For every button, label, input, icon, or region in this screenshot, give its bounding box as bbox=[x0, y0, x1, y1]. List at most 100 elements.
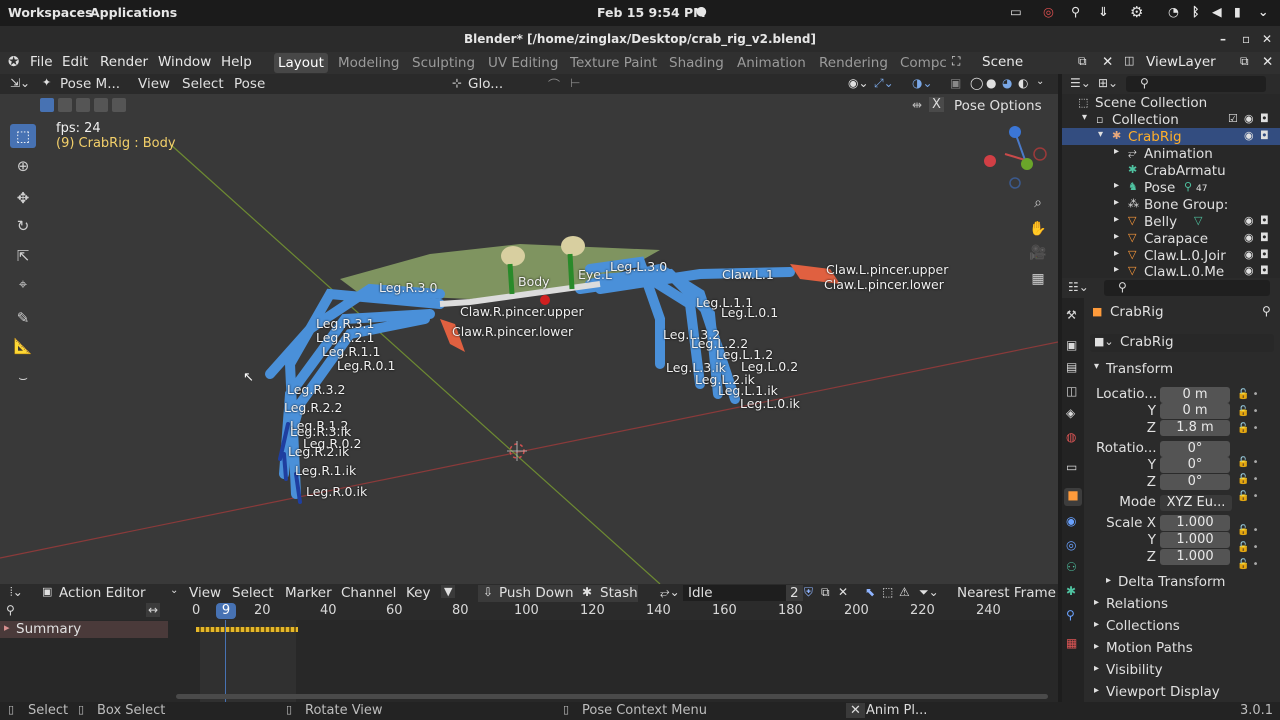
collections-panel[interactable]: Collections bbox=[1106, 618, 1180, 634]
scene-tab-icon[interactable]: ◈ bbox=[1066, 406, 1075, 420]
measure-tool-icon[interactable]: 📐 bbox=[10, 334, 36, 358]
expand-arrow-icon[interactable]: ▸ bbox=[4, 621, 10, 634]
texture-tab-icon[interactable]: ▦ bbox=[1066, 636, 1077, 650]
volume-icon[interactable]: ◀ bbox=[1212, 4, 1222, 19]
rotation-z-field[interactable]: 0° bbox=[1160, 474, 1230, 490]
outliner-row-belly[interactable]: Belly bbox=[1144, 214, 1177, 230]
tray-icon[interactable]: ⚲ bbox=[1071, 4, 1080, 19]
expand-arrow-icon[interactable]: ▸ bbox=[1114, 248, 1119, 259]
only-selected-icon[interactable]: ⬉ bbox=[865, 585, 875, 599]
tab-layout[interactable]: Layout bbox=[274, 53, 328, 73]
visibility-panel[interactable]: Visibility bbox=[1106, 662, 1163, 678]
outliner-row-scene-collection[interactable]: Scene Collection bbox=[1095, 95, 1207, 111]
maximize-icon[interactable]: ▫ bbox=[1242, 26, 1250, 52]
transform-panel-header[interactable]: Transform bbox=[1106, 361, 1173, 377]
expand-arrow-icon[interactable]: ▾ bbox=[1098, 129, 1103, 140]
show-hidden-icon[interactable]: ⬚ bbox=[882, 585, 893, 599]
object-name-field[interactable] bbox=[1090, 334, 1274, 352]
checkbox-icon[interactable]: ☑ bbox=[1228, 112, 1238, 125]
delete-view-layer-icon[interactable]: ✕ bbox=[1262, 54, 1273, 70]
tab-modeling[interactable]: Modeling bbox=[338, 55, 399, 71]
snap-icon[interactable]: ⌒ bbox=[548, 76, 560, 93]
eye-icon[interactable]: ◉ bbox=[1244, 129, 1254, 142]
tab-rendering[interactable]: Rendering bbox=[819, 55, 888, 71]
minimize-icon[interactable]: – bbox=[1220, 26, 1226, 52]
expand-arrow-icon[interactable]: ▸ bbox=[1094, 641, 1099, 652]
modifier-tab-icon[interactable]: ◉ bbox=[1066, 514, 1076, 528]
display-mode-icon[interactable]: ⊞⌄ bbox=[1098, 76, 1118, 90]
action-users-count[interactable]: 2 bbox=[786, 585, 803, 601]
expand-arrow-icon[interactable]: ▾ bbox=[1082, 112, 1087, 123]
action-menu-marker[interactable]: Marker bbox=[285, 585, 332, 601]
properties-search-input[interactable] bbox=[1104, 280, 1270, 296]
pose-options-menu[interactable]: Pose Options bbox=[954, 98, 1042, 114]
shading-solid-icon[interactable]: ● bbox=[986, 76, 996, 90]
shading-material-icon[interactable]: ◕ bbox=[1002, 76, 1012, 90]
view-layer-tab-icon[interactable]: ◫ bbox=[1066, 384, 1077, 398]
stash-button[interactable]: Stash bbox=[600, 585, 638, 601]
filter-icon[interactable]: ▼ bbox=[441, 585, 456, 598]
annotate-tool-icon[interactable]: ✎ bbox=[10, 306, 36, 330]
menu-render[interactable]: Render bbox=[100, 54, 148, 70]
shading-wireframe-icon[interactable]: ◯ bbox=[970, 76, 983, 90]
action-browse-icon[interactable]: ⥂⌄ bbox=[660, 585, 680, 600]
action-editor-timeline[interactable]: ⚲ ↔ ▸ Summary 0 20 40 60 80 100 120 140 … bbox=[0, 602, 1058, 702]
system-menu-icon[interactable]: ⌄ bbox=[1258, 4, 1268, 19]
rotation-mode-select[interactable]: XYZ Eu... bbox=[1160, 495, 1232, 511]
bone-tab-icon[interactable]: ⚲ bbox=[1066, 608, 1075, 622]
new-scene-icon[interactable]: ⧉ bbox=[1078, 54, 1087, 69]
expand-arrow-icon[interactable]: ▸ bbox=[1114, 180, 1119, 191]
scale-z-field[interactable]: 1.000 bbox=[1160, 549, 1230, 565]
action-menu-view[interactable]: View bbox=[189, 585, 221, 601]
eye-icon[interactable]: ◉ bbox=[1244, 214, 1254, 227]
delta-transform-panel[interactable]: Delta Transform bbox=[1118, 574, 1225, 590]
bluetooth-icon[interactable]: ᛒ bbox=[1192, 4, 1200, 19]
anim-player-icon[interactable]: ✕ bbox=[846, 703, 865, 718]
push-down-button[interactable]: Push Down bbox=[499, 585, 574, 601]
camera-view-icon[interactable]: 🎥 bbox=[1027, 242, 1049, 264]
download-icon[interactable]: ⇓ bbox=[1098, 4, 1108, 19]
camera-icon[interactable]: ◘ bbox=[1260, 129, 1269, 142]
collection-tab-icon[interactable]: ▭ bbox=[1066, 460, 1077, 474]
zoom-icon[interactable]: ⌕ bbox=[1027, 192, 1049, 214]
screen-icon[interactable]: ▭ bbox=[1010, 4, 1022, 19]
fake-user-shield-icon[interactable]: ⛨ bbox=[804, 585, 813, 600]
tool-tab-icon[interactable]: ⚒ bbox=[1066, 308, 1077, 322]
tab-uv-editing[interactable]: UV Editing bbox=[488, 55, 558, 71]
relations-panel[interactable]: Relations bbox=[1106, 596, 1168, 612]
tab-texture-paint[interactable]: Texture Paint bbox=[570, 55, 657, 71]
world-tab-icon[interactable]: ◍ bbox=[1066, 430, 1076, 444]
lock-and-keyframe-icons[interactable]: 🔓 • 🔓 • 🔓 • 🔓 • 🔓 • 🔓 • 🔓 • 🔓 • 🔓 • bbox=[1237, 386, 1277, 570]
tab-animation[interactable]: Animation bbox=[737, 55, 806, 71]
location-y-field[interactable]: 0 m bbox=[1160, 403, 1230, 419]
outliner-row-carapace[interactable]: Carapace bbox=[1144, 231, 1208, 247]
location-z-field[interactable]: 1.8 m bbox=[1160, 420, 1230, 436]
keyframe-row[interactable] bbox=[196, 627, 298, 632]
playhead-frame[interactable]: 9 bbox=[216, 603, 236, 619]
expand-arrow-icon[interactable]: ▸ bbox=[1106, 575, 1111, 586]
expand-arrow-icon[interactable]: ▸ bbox=[1114, 264, 1119, 275]
battery-icon[interactable]: ▮ bbox=[1234, 4, 1241, 19]
expand-arrow-icon[interactable]: ▸ bbox=[1114, 197, 1119, 208]
wifi-icon[interactable]: ◔ bbox=[1168, 4, 1179, 19]
outliner-row-crabrig[interactable]: CrabRig bbox=[1128, 129, 1182, 145]
camera-icon[interactable]: ◘ bbox=[1260, 264, 1269, 277]
camera-icon[interactable]: ◘ bbox=[1260, 112, 1269, 125]
cursor-tool-icon[interactable]: ⊕ bbox=[10, 154, 36, 178]
menu-help[interactable]: Help bbox=[221, 54, 252, 70]
editor-type-icon[interactable]: ⦙⌄ bbox=[10, 585, 23, 600]
rotation-y-field[interactable]: 0° bbox=[1160, 457, 1230, 473]
render-tab-icon[interactable]: ▣ bbox=[1066, 338, 1077, 352]
summary-channel[interactable]: ▸ Summary bbox=[0, 621, 168, 638]
expand-arrow-icon[interactable]: ▸ bbox=[1114, 231, 1119, 242]
frame-ruler[interactable]: 0 20 40 60 80 100 120 140 160 180 200 22… bbox=[168, 602, 1058, 620]
status-anim-player[interactable]: Anim Pl... bbox=[866, 703, 927, 718]
physics-tab-icon[interactable]: ◎ bbox=[1066, 538, 1076, 552]
tab-compositing[interactable]: Compc bbox=[900, 55, 947, 71]
editor-type-icon[interactable]: ⇲⌄ bbox=[10, 76, 30, 90]
scene-selector[interactable]: Scene bbox=[982, 54, 1023, 70]
workspaces-menu[interactable]: Workspaces bbox=[8, 5, 93, 20]
selection-mode-icons[interactable] bbox=[40, 98, 126, 114]
blender-logo-icon[interactable]: ✪ bbox=[8, 54, 19, 70]
action-menu-key[interactable]: Key bbox=[406, 585, 430, 601]
